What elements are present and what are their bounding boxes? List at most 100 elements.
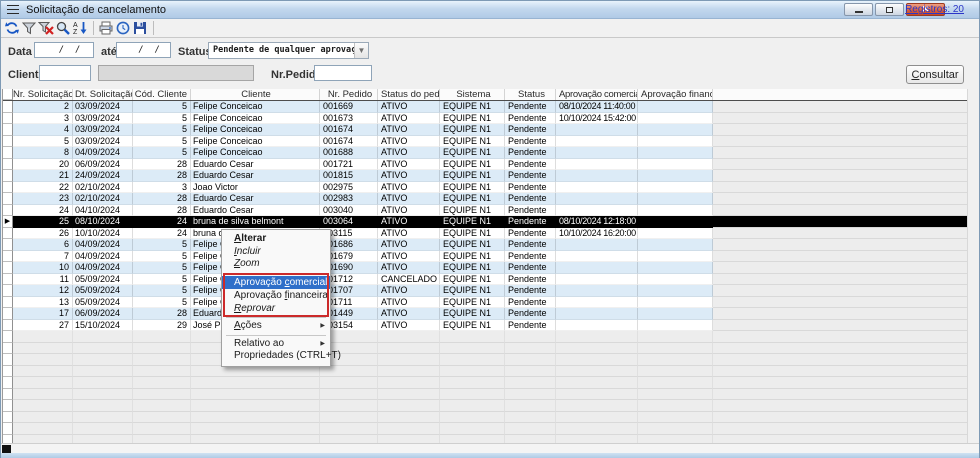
- table-row[interactable]: 403/09/20245Felipe Conceicao001674ATIVOE…: [3, 124, 967, 136]
- table-row[interactable]: 1305/09/20245Felipe Conceicao001711ATIVO…: [3, 297, 967, 309]
- cell: Felipe Conceicao: [191, 147, 320, 159]
- consultar-button[interactable]: Consultar: [906, 65, 964, 84]
- cell: 5: [133, 285, 191, 297]
- zoom-icon[interactable]: [55, 20, 71, 36]
- cell: 05/09/2024: [73, 285, 133, 297]
- restore-button[interactable]: [875, 3, 904, 16]
- cell: 02/10/2024: [73, 193, 133, 205]
- cell: 03/09/2024: [73, 124, 133, 136]
- data-from-input[interactable]: [34, 42, 94, 58]
- menu-item-reprovar[interactable]: Reprovar: [222, 303, 330, 316]
- table-row[interactable]: 1105/09/20245Felipe Conceicao001712CANCE…: [3, 274, 967, 286]
- print-icon[interactable]: [98, 20, 114, 36]
- table-row[interactable]: 2202/10/20243Joao Victor002975ATIVOEQUIP…: [3, 182, 967, 194]
- column-header[interactable]: Dt. Solicitação: [73, 89, 133, 100]
- row-filler: [713, 113, 967, 125]
- filter-icon[interactable]: [21, 20, 37, 36]
- table-row[interactable]: ▶2508/10/202424bruna de silva belmont003…: [3, 216, 967, 228]
- column-header[interactable]: Status: [505, 89, 556, 100]
- cell: Pendente: [505, 274, 556, 286]
- table-row[interactable]: 303/09/20245Felipe Conceicao001673ATIVOE…: [3, 113, 967, 125]
- menu-item-acoes[interactable]: Ações▶: [222, 320, 330, 333]
- clear-filter-icon[interactable]: [38, 20, 54, 36]
- menu-separator: [226, 273, 326, 274]
- row-filler: [713, 147, 967, 159]
- row-filler: [713, 205, 967, 217]
- column-header[interactable]: Sistema: [440, 89, 505, 100]
- cell: [440, 354, 505, 366]
- table-row[interactable]: 203/09/20245Felipe Conceicao001669ATIVOE…: [3, 101, 967, 113]
- table-row[interactable]: 2404/10/202428Eduardo Cesar003040ATIVOEQ…: [3, 205, 967, 217]
- column-header[interactable]: Nr. Pedido: [320, 89, 378, 100]
- table-row[interactable]: 2006/09/202428Eduardo Cesar001721ATIVOEQ…: [3, 159, 967, 171]
- column-header[interactable]: Nr. Solicitação: [13, 89, 73, 100]
- cell: [556, 331, 638, 343]
- row-filler: [713, 182, 967, 194]
- save-icon[interactable]: [132, 20, 148, 36]
- cell: 28: [133, 308, 191, 320]
- table-row[interactable]: 804/09/20245Felipe Conceicao001688ATIVOE…: [3, 147, 967, 159]
- cell: 10: [13, 262, 73, 274]
- cell: [556, 320, 638, 332]
- cell: Felipe Conceicao: [191, 113, 320, 125]
- scrollbar-thumb[interactable]: [2, 445, 11, 453]
- data-to-input[interactable]: [116, 42, 171, 58]
- status-select[interactable]: Pendente de qualquer aprovação ▼: [208, 42, 369, 59]
- minimize-button[interactable]: [844, 3, 873, 16]
- grid-body: 203/09/20245Felipe Conceicao001669ATIVOE…: [3, 101, 967, 443]
- row-filler: [713, 262, 967, 274]
- cell: EQUIPE N1: [440, 193, 505, 205]
- cell: 28: [133, 159, 191, 171]
- table-row[interactable]: 604/09/20245Felipe Conceicao001686ATIVOE…: [3, 239, 967, 251]
- cell: [556, 251, 638, 263]
- menu-item-aprovacao-financeira[interactable]: Aprovação financeira: [222, 289, 330, 303]
- cell: 002983: [320, 193, 378, 205]
- column-header[interactable]: Cód. Cliente: [133, 89, 191, 100]
- table-row[interactable]: 1706/09/202428Eduardo Cesar001449ATIVOEQ…: [3, 308, 967, 320]
- cell: 25: [13, 216, 73, 228]
- table-row[interactable]: 1205/09/20245Felipe Conceicao001707ATIVO…: [3, 285, 967, 297]
- column-header[interactable]: Status do ped.: [378, 89, 440, 100]
- cell: [320, 423, 378, 435]
- cell: [73, 435, 133, 444]
- cell: [13, 354, 73, 366]
- menu-item-propriedades-ctrl-t[interactable]: Propriedades (CTRL+T): [222, 350, 330, 363]
- window-bottom-border: [1, 453, 979, 458]
- sort-icon[interactable]: AZ: [72, 20, 88, 36]
- table-row[interactable]: 2610/10/202424bruna de silva belmont0031…: [3, 228, 967, 240]
- cell: Felipe Conceicao: [191, 136, 320, 148]
- cliente-code-input[interactable]: [39, 65, 91, 81]
- menu-item-relativo-ao[interactable]: Relativo ao▶: [222, 338, 330, 351]
- horizontal-scrollbar[interactable]: [1, 443, 979, 453]
- menu-item-zoom[interactable]: Zoom: [222, 258, 330, 271]
- table-row[interactable]: 2302/10/202428Eduardo Cesar002983ATIVOEQ…: [3, 193, 967, 205]
- nrpedido-input[interactable]: [314, 65, 372, 81]
- cell: 04/09/2024: [73, 239, 133, 251]
- column-header[interactable]: Aprovação financeira: [638, 89, 713, 100]
- minimize-icon: [855, 11, 863, 13]
- cell: Pendente: [505, 182, 556, 194]
- column-header[interactable]: Aprovação comercial: [556, 89, 638, 100]
- table-row[interactable]: 2124/09/202428Eduardo Cesar001815ATIVOEQ…: [3, 170, 967, 182]
- cell: 15/10/2024: [73, 320, 133, 332]
- cell: [556, 377, 638, 389]
- records-count-link[interactable]: Registros: 20: [905, 4, 964, 15]
- refresh-icon[interactable]: [4, 20, 20, 36]
- cell: 22: [13, 182, 73, 194]
- clock-icon[interactable]: [115, 20, 131, 36]
- table-row[interactable]: 1004/09/20245Felipe Conceicao001690ATIVO…: [3, 262, 967, 274]
- menu-item-alterar[interactable]: Alterar: [222, 233, 330, 246]
- cell: 17: [13, 308, 73, 320]
- cell: [556, 170, 638, 182]
- table-row[interactable]: 2715/10/202429José Pl003154ATIVOEQUIPE N…: [3, 320, 967, 332]
- cell: ATIVO: [378, 159, 440, 171]
- menu-item-aprovacao-comercial[interactable]: Aprovação comercial: [222, 276, 330, 290]
- menu-item-incluir[interactable]: Incluir: [222, 246, 330, 259]
- cell: [505, 354, 556, 366]
- column-header[interactable]: Cliente: [191, 89, 320, 100]
- table-row[interactable]: 704/09/20245Felipe Conceicao001679ATIVOE…: [3, 251, 967, 263]
- cell: [638, 193, 713, 205]
- cell: 27: [13, 320, 73, 332]
- hamburger-icon[interactable]: [7, 5, 19, 14]
- table-row[interactable]: 503/09/20245Felipe Conceicao001674ATIVOE…: [3, 136, 967, 148]
